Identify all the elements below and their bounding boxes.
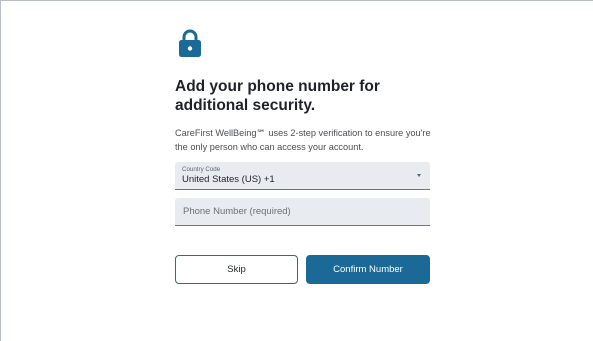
country-code-select[interactable]: Country Code United States (US) +1 — [175, 162, 430, 190]
phone-number-input[interactable] — [175, 198, 430, 225]
chevron-down-icon — [417, 174, 421, 177]
confirm-number-button[interactable]: Confirm Number — [306, 255, 430, 284]
page-title: Add your phone number for additional sec… — [175, 78, 380, 114]
country-code-value: United States (US) +1 — [182, 174, 275, 185]
phone-number-field — [175, 198, 430, 226]
description-text: CareFirst WellBeing℠ uses 2-step verific… — [175, 128, 431, 152]
page-frame: Add your phone number for additional sec… — [0, 0, 593, 341]
lock-icon — [179, 29, 201, 57]
country-code-label: Country Code — [182, 166, 221, 173]
skip-button[interactable]: Skip — [175, 255, 298, 284]
